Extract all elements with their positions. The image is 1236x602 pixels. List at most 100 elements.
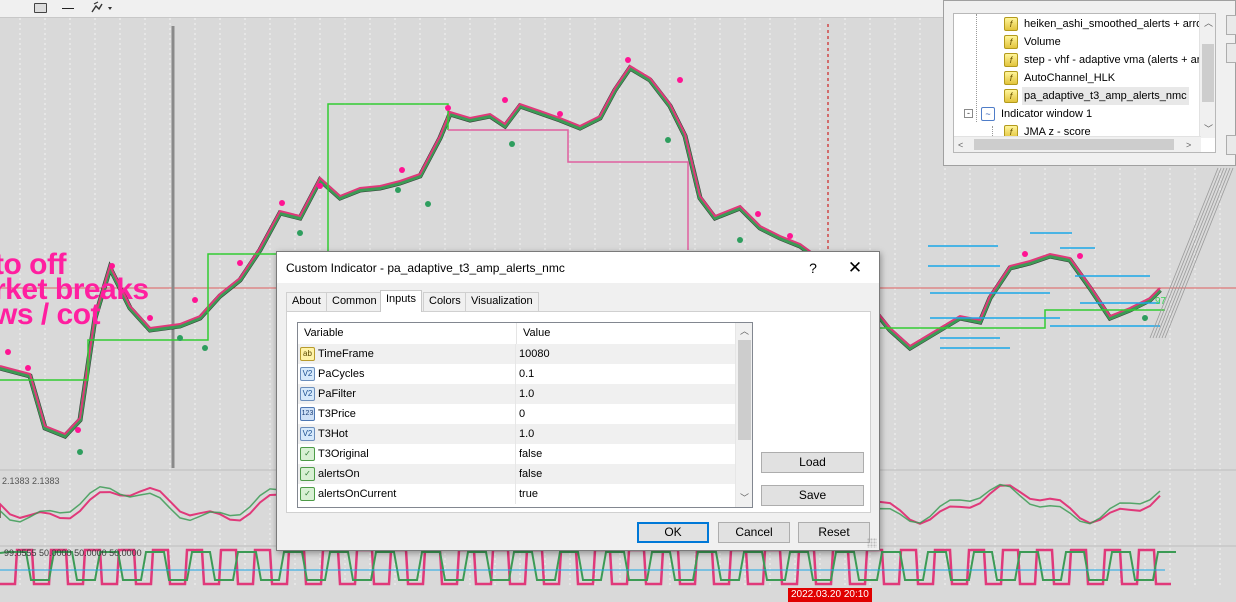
variable-value[interactable]: 1.0	[518, 424, 534, 444]
variable-value[interactable]: false	[518, 444, 542, 464]
variable-value[interactable]: 10080	[518, 344, 550, 364]
variable-name: PaFilter	[318, 384, 516, 404]
scroll-down-icon[interactable]: ﹀	[740, 493, 749, 503]
pivot-dot-low	[77, 449, 83, 455]
variable-name: PaCycles	[318, 364, 516, 384]
reset-button[interactable]: Reset	[798, 522, 870, 543]
minus-icon[interactable]	[62, 8, 74, 9]
type-int-icon: 123	[300, 407, 315, 421]
pivot-dot-high	[625, 57, 631, 63]
pivot-dot-high	[755, 211, 761, 217]
pivot-dot-high	[1022, 251, 1028, 257]
pivot-dot-low	[665, 137, 671, 143]
table-row[interactable]: ✓ alertsOnCurrent true	[298, 484, 736, 504]
pivot-dot-high	[317, 183, 323, 189]
table-row[interactable]: V2 PaFilter 1.0	[298, 384, 736, 404]
pivot-dot-low	[425, 201, 431, 207]
scroll-left-icon[interactable]: <	[958, 140, 963, 150]
variable-name: T3Price	[318, 404, 516, 424]
variable-name: T3Hot	[318, 424, 516, 444]
scroll-up-icon[interactable]: ︿	[1204, 18, 1213, 28]
variable-value[interactable]: 0	[518, 404, 525, 424]
drawing-tools-icon[interactable]	[90, 0, 116, 17]
column-header-variable[interactable]: Variable	[298, 323, 517, 344]
collapse-icon[interactable]: -	[964, 109, 973, 118]
navigator-vscrollbar[interactable]: ︿ ﹀	[1199, 14, 1215, 138]
window-icon: ~	[981, 107, 995, 121]
pivot-dot-high	[192, 297, 198, 303]
variable-value[interactable]: false	[518, 464, 542, 484]
load-button[interactable]: Load	[761, 452, 864, 473]
variable-value[interactable]: 1.0	[518, 384, 534, 404]
type-bool-icon: ✓	[300, 487, 315, 501]
variable-name: alertsOn	[318, 464, 516, 484]
table-row[interactable]: ab TimeFrame 10080	[298, 344, 736, 364]
table-row[interactable]: V2 PaCycles 0.1	[298, 364, 736, 384]
inputs-panel: Variable Value ab TimeFrame 10080 V2 PaCycle…	[286, 311, 871, 513]
pivot-dot-high	[557, 111, 563, 117]
table-row[interactable]: 123 T3Price 0	[298, 404, 736, 424]
variable-name: TimeFrame	[318, 344, 516, 364]
pivot-dot-high	[445, 105, 451, 111]
cancel-button[interactable]: Cancel	[718, 522, 790, 543]
column-header-value[interactable]: Value	[517, 323, 736, 344]
indicator-icon: f	[1004, 53, 1018, 67]
pivot-dot-high	[25, 365, 31, 371]
toolbar	[0, 0, 943, 18]
scroll-down-icon[interactable]: ﹀	[1204, 124, 1213, 134]
help-button[interactable]: ?	[801, 257, 825, 279]
nav-item-label: Volume	[1024, 36, 1061, 48]
save-button[interactable]: Save	[761, 485, 864, 506]
tab-about[interactable]: About	[286, 292, 327, 311]
nav-item-label: heiken_ashi_smoothed_alerts + arrows	[1024, 18, 1216, 30]
navigator-tree[interactable]: f heiken_ashi_smoothed_alerts + arrows f…	[953, 13, 1216, 153]
overlay-line-3: ws / cot	[0, 298, 101, 331]
pivot-dot-high	[75, 427, 81, 433]
custom-indicator-dialog: Custom Indicator - pa_adaptive_t3_amp_al…	[276, 251, 880, 551]
pivot-dot-high	[1077, 253, 1083, 259]
close-button[interactable]: ✕	[843, 257, 867, 279]
variable-name: T3Original	[318, 444, 516, 464]
navigator-hscrollbar[interactable]: < >	[954, 136, 1201, 152]
type-bool-icon: ✓	[300, 467, 315, 481]
scroll-thumb[interactable]	[974, 139, 1174, 150]
indicator-icon: f	[1004, 89, 1018, 103]
nav-item-label: Indicator window 1	[1001, 108, 1093, 120]
tab-inputs[interactable]: Inputs	[380, 290, 422, 312]
scroll-right-icon[interactable]: >	[1186, 140, 1191, 150]
dialog-titlebar[interactable]: Custom Indicator - pa_adaptive_t3_amp_al…	[277, 252, 879, 283]
pivot-dot-high	[399, 167, 405, 173]
resize-grip-icon[interactable]	[867, 538, 877, 548]
table-row[interactable]: V2 T3Hot 1.0	[298, 424, 736, 444]
pivot-dot-low	[509, 141, 515, 147]
oscillator-label: 2.1383 2.1383	[2, 476, 60, 486]
side-button[interactable]	[1226, 15, 1236, 35]
tab-colors[interactable]: Colors	[423, 292, 467, 311]
side-button[interactable]	[1226, 43, 1236, 63]
pivot-dot-high	[279, 200, 285, 206]
scroll-thumb[interactable]	[1202, 44, 1214, 102]
ok-button[interactable]: OK	[637, 522, 709, 543]
chart-overlay-text: to off rket breaks ws / cot	[0, 250, 149, 330]
table-row[interactable]: ✓ alertsOn false	[298, 464, 736, 484]
scroll-thumb[interactable]	[738, 340, 751, 440]
navigator-panel: f heiken_ashi_smoothed_alerts + arrows f…	[943, 0, 1236, 166]
grid-vscrollbar[interactable]: ︿ ﹀	[735, 323, 752, 507]
pivot-dot-high	[787, 233, 793, 239]
scroll-up-icon[interactable]: ︿	[740, 326, 749, 336]
tab-visualization[interactable]: Visualization	[465, 292, 539, 311]
nav-item-label: pa_adaptive_t3_amp_alerts_nmc	[1022, 87, 1189, 105]
nav-item-pa-adaptive[interactable]: f pa_adaptive_t3_amp_alerts_nmc	[992, 87, 1212, 105]
variable-value[interactable]: true	[518, 484, 538, 504]
type-dbl-icon: V2	[300, 427, 315, 441]
indicator-icon: f	[1004, 35, 1018, 49]
side-button[interactable]	[1226, 135, 1236, 155]
window-icon[interactable]	[34, 3, 47, 13]
tab-common[interactable]: Common	[326, 292, 383, 311]
dialog-title: Custom Indicator - pa_adaptive_t3_amp_al…	[286, 261, 565, 275]
table-row[interactable]: ✓ T3Original false	[298, 444, 736, 464]
pivot-dot-low	[1142, 315, 1148, 321]
type-bool-icon: ✓	[300, 447, 315, 461]
inputs-grid[interactable]: Variable Value ab TimeFrame 10080 V2 PaCycle…	[297, 322, 753, 508]
variable-value[interactable]: 0.1	[518, 364, 534, 384]
